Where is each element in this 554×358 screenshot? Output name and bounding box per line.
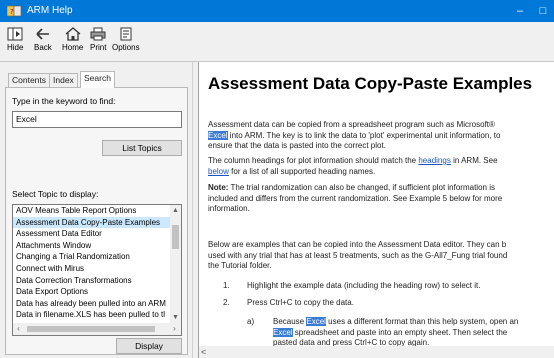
back-button[interactable]: Back [34, 27, 52, 52]
content-horizontal-scrollbar[interactable]: < [199, 346, 554, 358]
topic-vertical-scrollbar[interactable]: ▲ ▼ [170, 205, 181, 323]
note-text-3: information. [208, 204, 250, 213]
topic-horizontal-scrollbar[interactable]: ‹ › [13, 323, 181, 335]
search-tab-panel: Type in the keyword to find: Excel List … [5, 87, 188, 355]
print-button[interactable]: Print [90, 27, 106, 52]
scroll-left-icon[interactable]: ‹ [13, 323, 24, 335]
print-icon [90, 27, 106, 41]
horizontal-scroll-thumb[interactable] [27, 326, 155, 332]
home-button[interactable]: Home [62, 27, 83, 52]
substep-text-3: spreadsheet and paste into an empty shee… [294, 327, 508, 337]
intro-text-3: ensure that the data is pasted into the … [208, 141, 386, 150]
topic-title: Assessment Data Copy-Paste Examples [208, 74, 533, 93]
headings-link[interactable]: headings [418, 156, 450, 165]
scroll-right-icon[interactable]: › [169, 323, 180, 335]
hide-icon [7, 27, 23, 41]
back-arrow-icon [36, 28, 49, 40]
topic-list: AOV Means Table Report Options Assessment… [13, 205, 171, 321]
svg-text:?: ? [10, 8, 14, 16]
below-link[interactable]: below [208, 167, 229, 176]
intro-text-1: Assessment data can be copied from a spr… [208, 120, 495, 129]
keyword-label: Type in the keyword to find: [12, 96, 116, 106]
select-topic-label: Select Topic to display: [12, 189, 99, 199]
examples-text-2: used with any trial that has at least 5 … [208, 250, 508, 260]
print-label: Print [90, 43, 107, 52]
intro-text-2: into ARM. The key is to link the data to… [229, 130, 501, 140]
hide-button[interactable]: Hide [7, 27, 23, 52]
home-icon [65, 27, 81, 41]
scroll-down-icon[interactable]: ▼ [170, 312, 181, 323]
substep-a-text: Because Excel uses a different format th… [273, 317, 553, 349]
topic-list-item[interactable]: Data in filename.XLS has been pulled to … [13, 309, 171, 321]
topic-content-pane: Assessment Data Copy-Paste Examples Asse… [198, 62, 554, 358]
headings-text-2: in ARM. See [453, 156, 498, 165]
help-app-icon: ? [7, 5, 21, 17]
options-label: Options [112, 43, 140, 52]
content-scroll-left-icon[interactable]: < [201, 346, 206, 358]
home-label: Home [62, 43, 84, 52]
list-topics-button[interactable]: List Topics [102, 140, 182, 156]
substep-a-number: a) [247, 317, 255, 326]
navigation-pane: Contents Index Search Type in the keywor… [0, 62, 192, 358]
topic-list-item[interactable]: Data has already been pulled into an ARM [13, 298, 171, 310]
maximize-button[interactable]: □ [535, 3, 551, 19]
note-text-2: included and differs from the current ra… [208, 193, 503, 203]
topic-list-item[interactable]: Assessment Data Copy-Paste Examples [13, 216, 171, 229]
title-bar: ? ARM Help – □ [0, 0, 554, 22]
display-button[interactable]: Display [116, 338, 182, 354]
search-highlight: Excel [273, 327, 293, 337]
substep-text-1: Because [273, 317, 305, 326]
window-title: ARM Help [27, 5, 73, 16]
topic-list-item[interactable]: Data Export Options [13, 286, 171, 298]
note-paragraph: Note: The trial randomization can also b… [208, 183, 553, 215]
scroll-thumb[interactable] [172, 225, 179, 249]
hide-label: Hide [7, 43, 24, 52]
options-button[interactable]: Options [112, 27, 140, 52]
scroll-up-icon[interactable]: ▲ [170, 205, 181, 216]
tab-index[interactable]: Index [49, 73, 78, 87]
topic-list-item[interactable]: Attachments Window [13, 240, 171, 252]
topic-list-item[interactable]: Assessment Data Editor [13, 228, 171, 240]
options-icon [120, 27, 132, 41]
headings-text-1: The column headings for plot information… [208, 156, 417, 165]
back-label: Back [34, 43, 52, 52]
step-1-text: Highlight the example data (including th… [247, 281, 481, 290]
toolbar: Hide Back Home Print Options [0, 22, 554, 62]
topic-list-item[interactable]: AOV Means Table Report Options [13, 205, 171, 217]
topic-list-item[interactable]: Changing a Trial Randomization [13, 251, 171, 263]
step-2-text: Press Ctrl+C to copy the data. [247, 298, 354, 307]
tab-search[interactable]: Search [80, 71, 115, 88]
tab-contents[interactable]: Contents [8, 73, 51, 87]
examples-text-1: Below are examples that can be copied in… [208, 240, 507, 249]
examples-text-3: the Tutorial folder. [208, 261, 272, 270]
search-highlight: Excel [306, 317, 326, 326]
minimize-button[interactable]: – [512, 3, 528, 19]
examples-paragraph: Below are examples that can be copied in… [208, 240, 553, 272]
search-highlight: Excel [208, 130, 228, 140]
step-1-number: 1. [223, 281, 230, 290]
topic-listbox[interactable]: AOV Means Table Report Options Assessment… [12, 204, 182, 336]
headings-text-3: for a list of all supported heading name… [231, 166, 376, 176]
substep-text-2: uses a different format than this help s… [328, 317, 519, 326]
intro-paragraph: Assessment data can be copied from a spr… [208, 120, 553, 152]
topic-list-item[interactable]: Connect with Mirus [13, 263, 171, 275]
note-text-1: The trial randomization can also be chan… [230, 183, 495, 192]
headings-paragraph: The column headings for plot information… [208, 156, 553, 177]
keyword-input[interactable]: Excel [12, 111, 182, 128]
note-label: Note: [208, 183, 229, 192]
topic-list-item[interactable]: Data Correction Transformations [13, 275, 171, 287]
step-2-number: 2. [223, 298, 230, 307]
